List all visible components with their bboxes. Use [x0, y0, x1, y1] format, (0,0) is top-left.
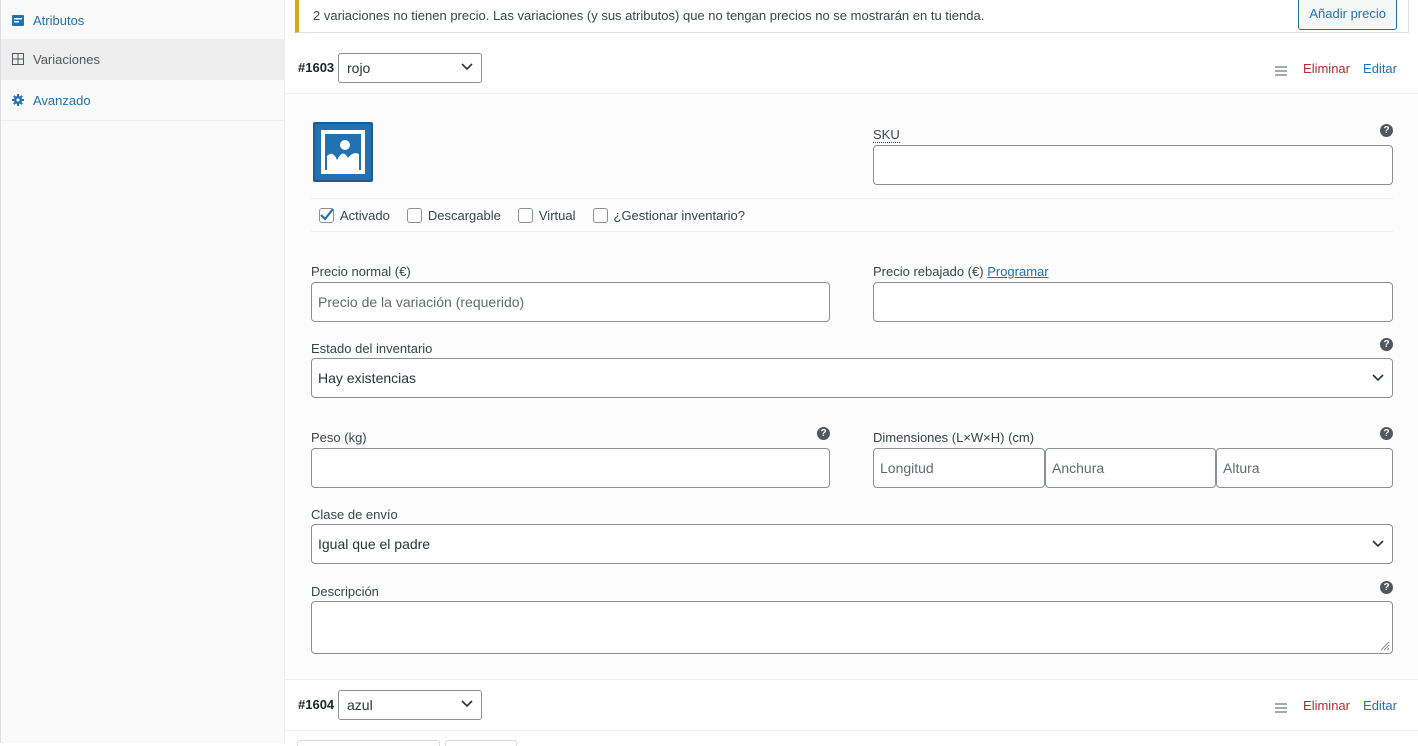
variations-panel: 2 variaciones no tienen precio. Las vari… — [285, 0, 1418, 746]
regular-price-label: Precio normal (€) — [311, 264, 411, 279]
shipping-class-select[interactable]: Igual que el padre — [311, 524, 1393, 564]
chevron-down-icon — [1372, 374, 1384, 382]
enabled-checkbox[interactable]: Activado — [319, 207, 390, 223]
product-data-tabs: Atributos Variaciones Avanzado — [0, 0, 285, 743]
variation-field[interactable] — [445, 740, 517, 746]
enabled-label: Activado — [340, 207, 390, 223]
tab-avanzado-label: Avanzado — [33, 92, 91, 108]
tab-variaciones-label: Variaciones — [33, 51, 100, 67]
sku-input[interactable] — [873, 145, 1393, 185]
divider — [285, 730, 1418, 731]
description-textarea[interactable] — [311, 601, 1393, 654]
divider — [311, 231, 1393, 232]
sale-price-input[interactable] — [873, 282, 1393, 322]
checkmark-icon — [320, 207, 334, 221]
virtual-checkbox[interactable]: Virtual — [517, 207, 576, 223]
delete-variation-link[interactable]: Eliminar — [1303, 61, 1350, 76]
grid-icon — [11, 52, 25, 66]
downloadable-label: Descargable — [427, 207, 501, 223]
regular-price-input[interactable]: Precio de la variación (requerido) — [311, 282, 830, 322]
help-icon[interactable]: ? — [1380, 581, 1393, 594]
sku-label: SKU — [873, 127, 900, 143]
variation-attribute-value: azul — [347, 697, 373, 713]
image-placeholder-icon — [321, 130, 365, 174]
drag-handle-icon[interactable] — [1275, 703, 1287, 715]
manage-stock-checkbox[interactable]: ¿Gestionar inventario? — [592, 207, 746, 223]
height-input[interactable]: Altura — [1216, 448, 1393, 488]
add-price-button[interactable]: Añadir precio — [1298, 0, 1397, 30]
edit-variation-link[interactable]: Editar — [1363, 698, 1397, 713]
chevron-down-icon — [461, 63, 473, 71]
variation-header[interactable]: #1604 azul Eliminar Editar — [285, 690, 1418, 740]
weight-label: Peso (kg) — [311, 430, 367, 445]
list-icon — [11, 13, 25, 27]
resize-handle-icon[interactable] — [1380, 641, 1390, 651]
help-icon[interactable]: ? — [1380, 427, 1393, 440]
width-input[interactable]: Anchura — [1045, 448, 1216, 488]
edit-variation-link[interactable]: Editar — [1363, 61, 1397, 76]
variation-attribute-select[interactable]: rojo — [338, 53, 482, 83]
chevron-down-icon — [1372, 540, 1384, 548]
schedule-link[interactable]: Programar — [987, 264, 1048, 279]
stock-status-label: Estado del inventario — [311, 341, 433, 356]
drag-handle-icon[interactable] — [1275, 66, 1287, 78]
upload-image-button[interactable] — [313, 122, 373, 182]
manage-stock-label: ¿Gestionar inventario? — [613, 207, 746, 223]
variation-attribute-select[interactable]: azul — [338, 690, 482, 720]
downloadable-checkbox[interactable]: Descargable — [406, 207, 501, 223]
gear-icon — [11, 93, 25, 107]
tab-atributos[interactable]: Atributos — [1, 0, 284, 41]
variation-id: #1604 — [298, 697, 335, 712]
help-icon[interactable]: ? — [1380, 124, 1393, 137]
description-label: Descripción — [311, 584, 379, 599]
shipping-class-value: Igual que el padre — [318, 536, 431, 552]
variation-options: Activado Descargable Virtual ¿Gestionar … — [319, 205, 762, 225]
variation-form: SKU ? Activado Descargable Virtual ¿Gest… — [285, 93, 1418, 680]
help-icon[interactable]: ? — [817, 427, 830, 440]
notice-text: 2 variaciones no tienen precio. Las vari… — [313, 8, 985, 23]
length-input[interactable]: Longitud — [873, 448, 1045, 488]
shipping-class-label: Clase de envío — [311, 507, 398, 522]
tab-avanzado[interactable]: Avanzado — [1, 80, 284, 121]
missing-price-notice: 2 variaciones no tienen precio. Las vari… — [295, 0, 1409, 33]
stock-status-value: Hay existencias — [318, 370, 417, 386]
weight-input[interactable] — [311, 448, 830, 488]
delete-variation-link[interactable]: Eliminar — [1303, 698, 1350, 713]
variation-attribute-value: rojo — [347, 60, 371, 76]
upload-image-button[interactable] — [297, 740, 440, 746]
dimensions-label: Dimensiones (L×W×H) (cm) — [873, 430, 1035, 445]
tab-variaciones[interactable]: Variaciones — [1, 39, 284, 80]
divider — [311, 198, 1393, 199]
tab-atributos-label: Atributos — [33, 12, 85, 28]
help-icon[interactable]: ? — [1380, 338, 1393, 351]
stock-status-select[interactable]: Hay existencias — [311, 358, 1393, 398]
sale-price-label: Precio rebajado (€) Programar — [873, 264, 1049, 279]
virtual-label: Virtual — [538, 207, 576, 223]
chevron-down-icon — [461, 700, 473, 708]
variation-id: #1603 — [298, 60, 335, 75]
